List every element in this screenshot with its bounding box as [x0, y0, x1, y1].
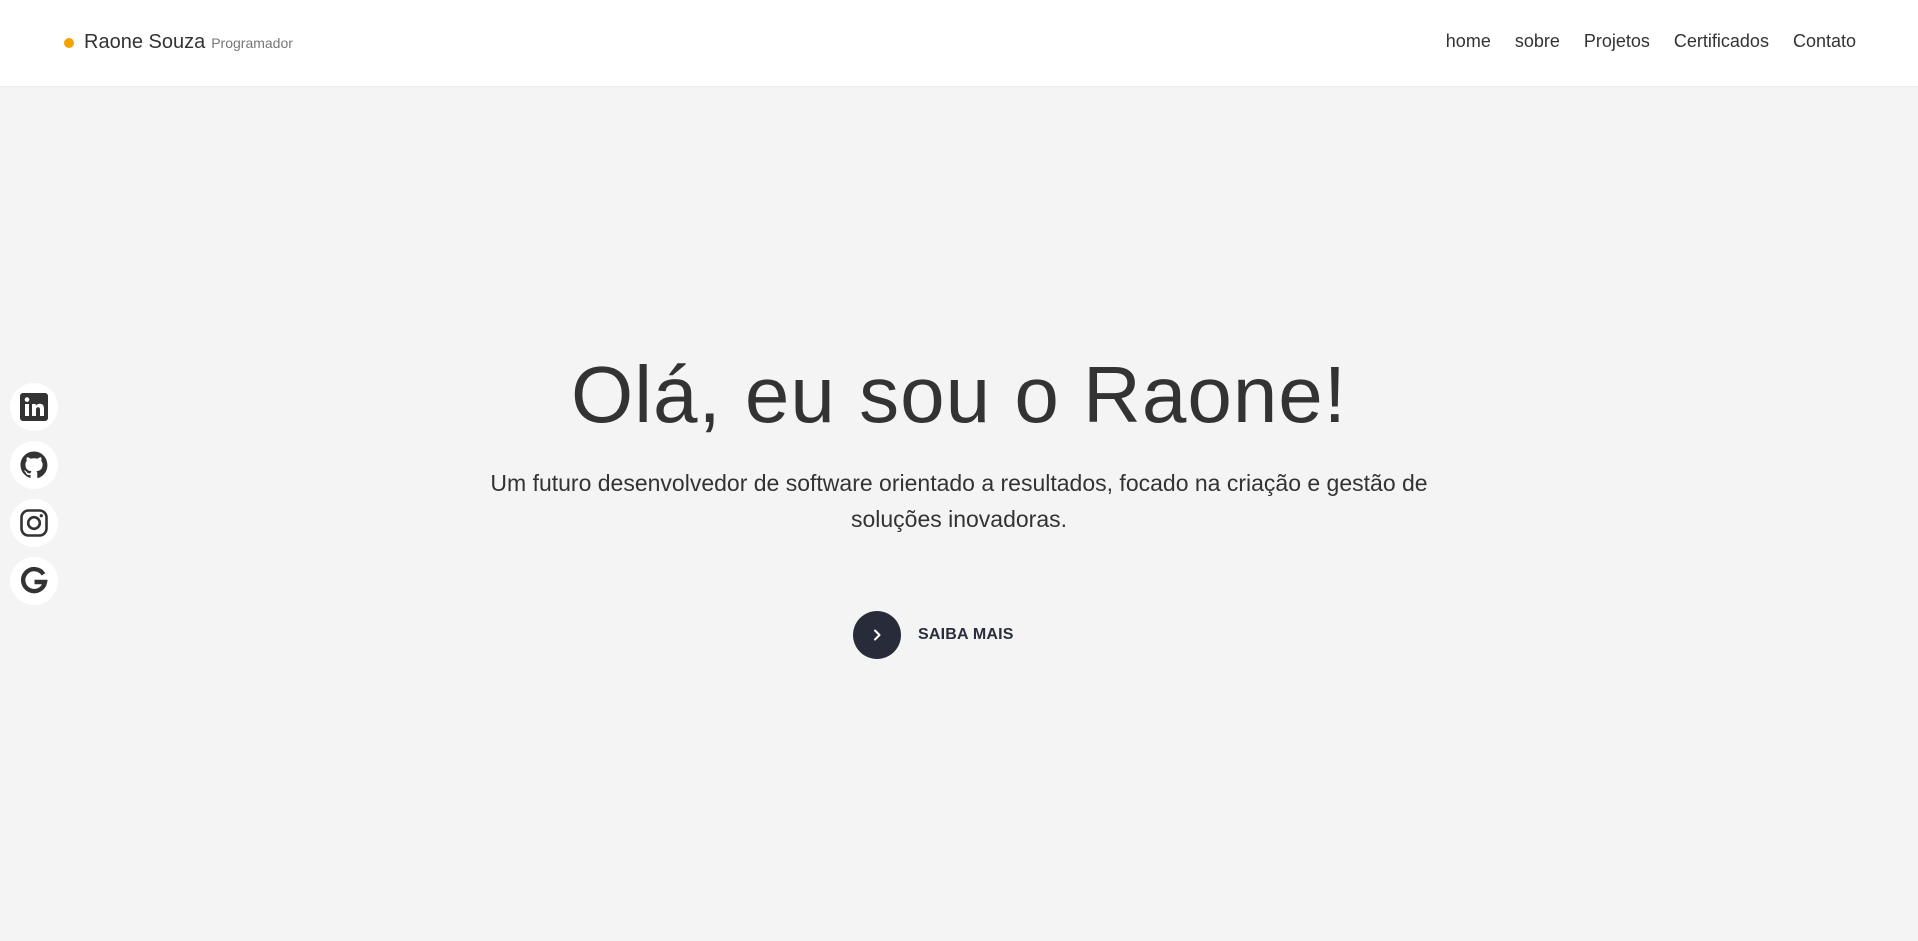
brand-dot-icon	[64, 37, 74, 48]
chevron-right-icon	[874, 629, 881, 641]
brand-role: Programador	[211, 35, 293, 51]
cta-circle	[853, 611, 901, 659]
brand-name: Raone Souza	[84, 31, 206, 53]
hero-title: Olá, eu sou o Raone!	[570, 350, 1348, 439]
google-icon	[20, 566, 48, 594]
saiba-mais-button[interactable]: SAIBA MAIS	[853, 611, 1014, 659]
main-nav: home sobre Projetos Certificados Contato	[1446, 31, 1856, 52]
nav-item-projetos[interactable]: Projetos	[1584, 31, 1650, 52]
site-header: Raone Souza Programador home sobre Proje…	[0, 0, 1918, 87]
nav-item-home[interactable]: home	[1446, 31, 1491, 52]
nav-item-contato[interactable]: Contato	[1793, 31, 1856, 52]
nav-item-certificados[interactable]: Certificados	[1674, 31, 1769, 52]
google-link[interactable]	[10, 557, 58, 605]
cta-label: SAIBA MAIS	[918, 626, 1014, 643]
hero-section: Olá, eu sou o Raone! Um futuro desenvolv…	[0, 355, 1918, 537]
nav-item-sobre[interactable]: sobre	[1515, 31, 1560, 52]
brand-logo[interactable]: Raone Souza Programador	[64, 31, 293, 54]
hero-subtitle: Um futuro desenvolvedor de software orie…	[490, 470, 1428, 532]
